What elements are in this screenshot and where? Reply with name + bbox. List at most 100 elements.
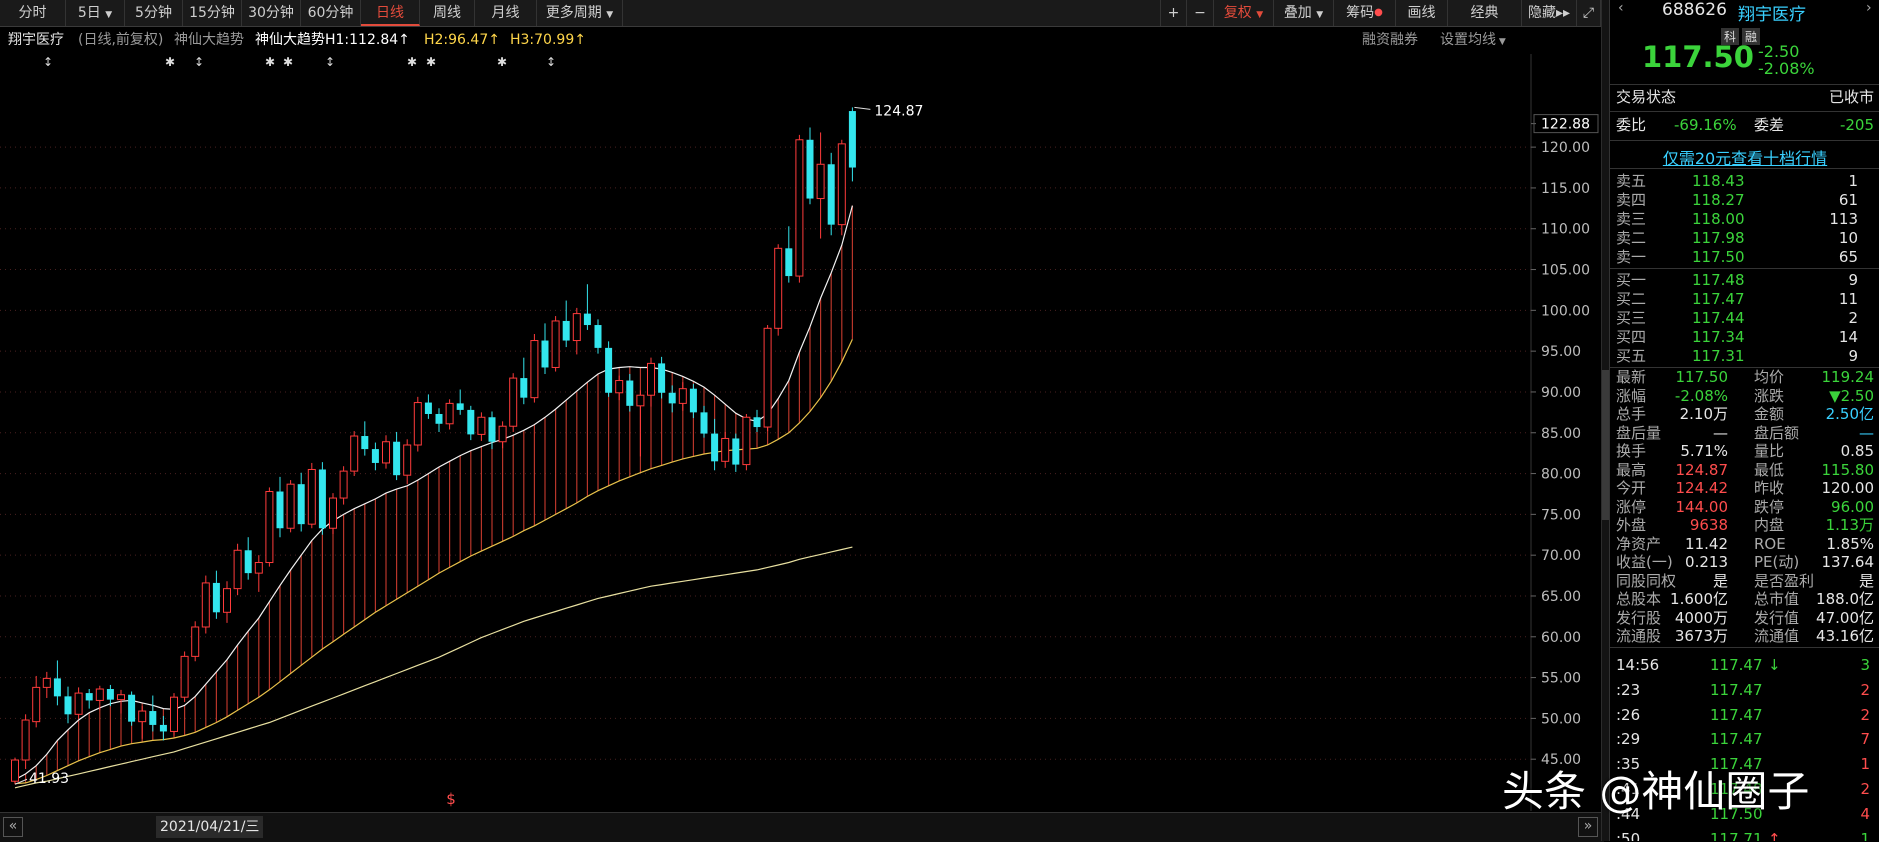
ten-level-promo-link[interactable]: 仅需20元查看十档行情 [1610,145,1879,169]
ask-level-price: 118.00 [1692,210,1745,228]
candle-body-up [498,425,507,443]
candle-body-up [763,327,772,428]
candle-body-down [435,413,443,424]
tick-volume: 2 [1860,705,1870,724]
weicha-label: 委差 [1754,116,1785,134]
stat-label: 总股本 [1616,590,1662,608]
zoom-out-button[interactable]: − [1187,0,1214,26]
double-chevron-right-icon: ▸▸ [1555,5,1571,21]
chips-button[interactable]: 筹码● [1334,0,1396,26]
stat-label: 盘后量 [1616,423,1662,442]
candle-body-down [85,693,93,701]
ma-setting-label: 设置均线 [1440,32,1496,48]
period-tab-5min[interactable]: 5分钟 [125,0,183,26]
axis-tick-label: 100.00 [1541,303,1590,319]
stat-row: 外盘 9638 内盘 1.13万 [1610,516,1879,534]
candle-body-up [721,437,730,462]
stat-value: 115.80 [1821,460,1875,479]
ask-level-row: 卖一 117.50 65 [1610,248,1879,267]
ask-level-volume: 1 [1848,172,1858,190]
period-tab-15min[interactable]: 15分钟 [183,0,242,26]
bid-level-volume: 14 [1838,328,1858,346]
stat-value: -2.08% [1674,386,1728,405]
axis-tick-label: 115.00 [1541,181,1590,197]
candle-body-up [403,444,412,476]
candlestick-chart[interactable]: ↕ ✱ ↕ ✱ ✱ ↕ ✱ ✱ ✱ ↕ $ 122.88 120.00 115.00 110.00 105.… [0,54,1600,811]
candle-body-up [329,497,337,529]
stat-label: PE(动) [1754,553,1800,571]
separator [1610,84,1879,85]
stat-label: 盘后额 [1754,423,1800,442]
ask-level-label: 卖四 [1616,191,1647,209]
caret-down-icon: ▼ [1316,10,1324,20]
stat-row: 最新 117.50 均价 119.24 [1610,368,1879,386]
chevron-left-icon[interactable]: ‹ [1618,0,1624,16]
candle-body-up [339,470,348,499]
classic-button[interactable]: 经典 [1448,0,1522,26]
candle-body-up [647,362,655,396]
tick-volume: 2 [1860,780,1870,798]
ask-level-volume: 10 [1838,229,1858,247]
bid-level-label: 买五 [1616,347,1647,365]
candle-body-down [626,380,634,406]
scroll-left-button[interactable]: « [3,817,23,837]
stat-value: 119.24 [1821,368,1875,386]
stat-value: 0.213 [1685,553,1728,571]
candle-body-up [636,394,645,407]
splitter-handle[interactable] [1602,370,1609,520]
zoom-in-button[interactable]: + [1160,0,1187,26]
ask-level-price: 117.98 [1692,229,1745,247]
signal-marker: ✱ [426,55,436,69]
ma-setting-dropdown[interactable]: 设置均线 ▼ [1440,27,1506,55]
collapse-icon[interactable]: ⤢ [1577,0,1601,26]
period-tab-fenshi[interactable]: 分时 [0,0,66,26]
h1-label: 神仙大趋势H1:112.84 [255,32,399,48]
separator [1610,111,1879,112]
ask-level-label: 卖三 [1616,210,1647,228]
chevron-right-icon[interactable]: › [1866,0,1872,16]
stat-label: 换手 [1616,442,1647,460]
period-tab-weekly[interactable]: 周线 [420,0,475,26]
stat-label: 收益(一) [1616,553,1673,571]
period-tab-60min[interactable]: 60分钟 [301,0,361,26]
candle-body-down [128,694,136,722]
candle-body-up [678,388,687,404]
tick-volume: 1 [1860,755,1870,774]
bid-level-row: 买三 117.44 2 [1610,309,1879,328]
stat-value: 188.0亿 [1816,590,1874,608]
indicator-name[interactable]: 神仙大趋势 [174,27,244,53]
stat-label: ROE [1754,534,1786,553]
signal-marker: ✱ [497,55,507,69]
ask-level-label: 卖一 [1616,248,1647,266]
overlay-dropdown[interactable]: 叠加 ▼ [1274,0,1334,26]
caret-down-icon: ▼ [1496,37,1506,47]
tick-price: 117.71 [1710,829,1763,841]
more-periods-dropdown[interactable]: 更多周期 ▼ [537,0,623,26]
weibi-value: -69.16% [1674,116,1737,134]
period-tab-daily[interactable]: 日线 [361,0,420,26]
fuquan-dropdown[interactable]: 复权 ▼ [1214,0,1274,26]
down-arrow-icon: ↓ [1768,656,1781,674]
stat-row: 总股本 1.600亿 总市值 188.0亿 [1610,590,1879,608]
candle-body-down [318,469,326,529]
axis-tick-label: 60.00 [1541,630,1581,646]
draw-line-button[interactable]: 画线 [1396,0,1448,26]
hide-button[interactable]: 隐藏▸▸ [1522,0,1577,26]
bid-level-label: 买二 [1616,290,1647,308]
panel-splitter[interactable] [1601,0,1609,841]
tick-volume: 1 [1860,829,1870,841]
stat-value: 9638 [1689,516,1728,534]
price-change-pct: -2.08% [1758,59,1815,78]
period-tab-30min[interactable]: 30分钟 [242,0,301,26]
stat-label: 流通值 [1754,627,1800,645]
ask-level-label: 卖五 [1616,172,1647,190]
candle-body-down [424,402,432,414]
period-tab-monthly[interactable]: 月线 [475,0,537,26]
period-tab-5day[interactable]: 5日 ▼ [66,0,125,26]
tick-time: :23 [1616,680,1641,699]
candle-body-down [244,550,252,574]
scroll-right-button[interactable]: » [1578,817,1598,837]
stat-label: 发行股 [1616,608,1662,627]
margin-trading-link[interactable]: 融资融券 [1362,27,1418,53]
axis-tick-label: 75.00 [1541,507,1581,523]
